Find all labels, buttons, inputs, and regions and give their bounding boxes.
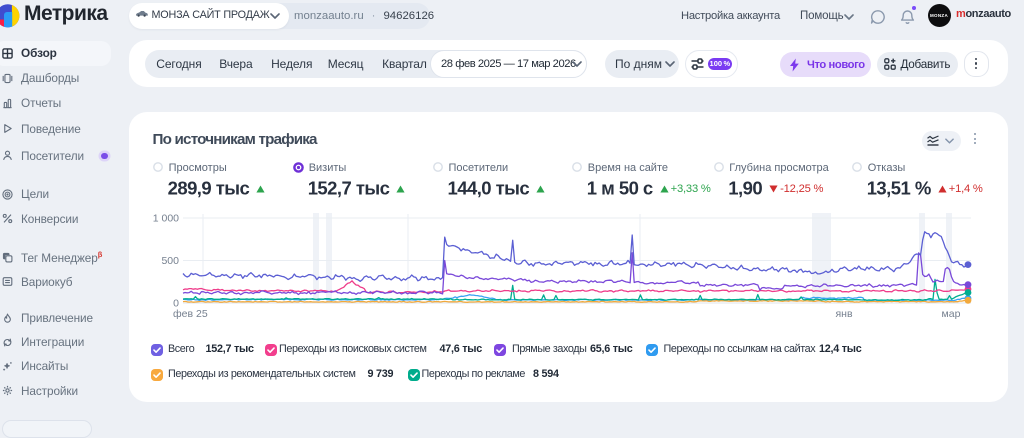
svg-text:мар: мар [942, 308, 961, 320]
svg-text:фев 25: фев 25 [173, 308, 208, 320]
svg-text:янв: янв [835, 308, 852, 320]
svg-text:1 000: 1 000 [153, 213, 179, 225]
svg-text:500: 500 [161, 255, 179, 267]
